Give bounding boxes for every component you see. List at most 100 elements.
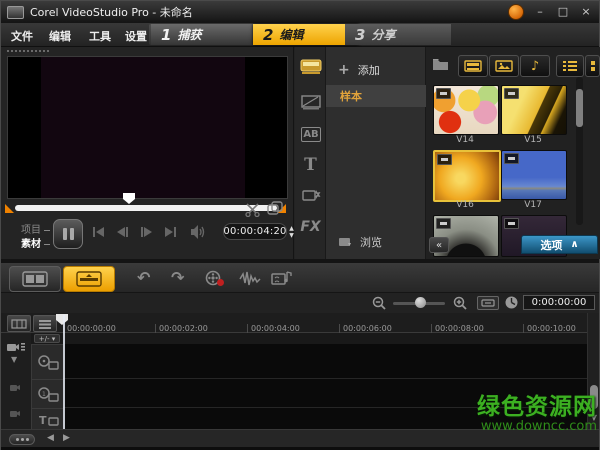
enlarge-preview-icon[interactable] [267, 201, 283, 216]
auto-music-icon[interactable] [271, 270, 293, 287]
corel-update-icon[interactable] [508, 4, 524, 20]
zoom-slider-knob[interactable] [415, 297, 426, 308]
close-button[interactable]: × [579, 5, 593, 19]
gallery-toolbar: ♪ [426, 55, 600, 77]
media-category-icon[interactable] [295, 59, 326, 75]
step-share[interactable]: 3 分享 [345, 24, 451, 45]
video-track-lane[interactable] [63, 344, 587, 379]
ripple-lock-icon[interactable] [9, 383, 22, 392]
timeline-view-button[interactable] [63, 266, 115, 292]
list-view-button[interactable] [556, 55, 584, 77]
track-margin: ▼ [1, 333, 31, 429]
timeline-scrollbar-thumb[interactable] [590, 385, 598, 409]
playhead-marker[interactable] [123, 193, 135, 204]
scroll-down-icon[interactable]: ▼ [588, 413, 600, 422]
clip-mode-label[interactable]: 素材 [21, 235, 50, 250]
overlay-track-lane[interactable] [63, 379, 587, 408]
fit-timeline-button[interactable] [477, 296, 499, 310]
plus-icon: + [338, 62, 350, 78]
transition-category-icon[interactable] [295, 95, 326, 110]
redo-button[interactable]: ↷ [171, 268, 184, 287]
gallery-scrollbar-thumb[interactable] [576, 89, 583, 127]
thumbnail-label: V17 [524, 200, 542, 210]
minimize-button[interactable]: – [533, 5, 547, 19]
duration-clock-icon[interactable] [504, 295, 519, 310]
maximize-button[interactable]: □ [556, 5, 570, 19]
undo-button[interactable]: ↶ [137, 268, 150, 287]
show-photos-button[interactable] [489, 55, 519, 77]
menu-tools[interactable]: 工具 [89, 28, 111, 44]
options-button[interactable]: 选项 ∧ [521, 235, 598, 254]
project-duration-field[interactable]: 0:00:00:00 [523, 295, 595, 310]
next-frame-button[interactable] [141, 227, 152, 237]
menu-settings[interactable]: 设置 [125, 28, 147, 44]
title-track-lane[interactable] [63, 408, 587, 430]
timeline-ruler[interactable]: 00:00:00:00 00:00:02:00 00:00:04:00 00:00:0… [1, 313, 599, 333]
ab-transition-icon[interactable]: AB [301, 127, 321, 142]
storyboard-view-button[interactable] [9, 266, 61, 292]
sort-icon [590, 61, 595, 71]
app-window: Corel VideoStudio Pro - 未命名 – □ × 文件 编辑 … [0, 0, 600, 450]
preview-timecode[interactable]: 00:00:04:20 [223, 223, 287, 240]
video-track-header[interactable] [31, 344, 65, 380]
gallery-scrollbar[interactable] [576, 77, 583, 225]
menu-file[interactable]: 文件 [11, 28, 33, 44]
thumbnail-v17[interactable] [501, 150, 567, 200]
track-manager-icon[interactable] [6, 341, 26, 353]
overlay-track-header[interactable]: 1 [31, 379, 65, 409]
add-folder-button[interactable]: + 添加 [326, 59, 426, 81]
split-clip-icon[interactable] [245, 203, 260, 217]
video-clip-badge [504, 88, 519, 99]
music-note-icon: ♪ [530, 58, 540, 74]
menu-edit[interactable]: 编辑 [49, 28, 71, 44]
filter-category-icon[interactable]: FX [295, 219, 326, 235]
sort-button[interactable] [585, 55, 600, 77]
overlay-track-icon: 1 [38, 386, 59, 402]
project-mode-label[interactable]: 项目 [21, 221, 50, 236]
folder-icon[interactable] [432, 57, 449, 71]
go-start-button[interactable] [93, 227, 104, 237]
timeline-scrollbar[interactable]: ▼ [587, 313, 599, 429]
record-capture-icon[interactable] [205, 270, 225, 287]
scroll-right-icon[interactable]: ▶ [63, 433, 70, 443]
step-edit-active[interactable]: 2 编辑 [253, 24, 359, 45]
timeline-zoom-row: 0:00:00:00 [1, 293, 599, 313]
add-remove-track-button[interactable]: +/- ▾ [34, 334, 60, 343]
timeline-icon [76, 271, 102, 287]
volume-icon[interactable] [191, 225, 207, 239]
collapse-gallery-button[interactable]: « [429, 237, 449, 253]
step-capture[interactable]: 1 捕获 [151, 24, 263, 45]
ripple-lock-icon[interactable] [9, 409, 22, 418]
zoom-out-icon[interactable] [372, 296, 387, 311]
thumbnail-v14[interactable] [433, 85, 499, 135]
thumbnail-v16-selected[interactable] [433, 150, 501, 202]
go-end-button[interactable] [165, 227, 176, 237]
svg-text:T: T [39, 414, 47, 426]
sample-folder-item[interactable]: 样本 [326, 85, 426, 107]
browse-button[interactable]: 浏览 [326, 231, 426, 253]
scrub-bar[interactable] [15, 205, 277, 211]
title-category-icon[interactable]: T [295, 155, 326, 175]
panel-grip[interactable] [7, 50, 49, 54]
trim-start-handle[interactable] [5, 204, 14, 213]
fit-project-icon [481, 299, 495, 307]
graphic-category-icon[interactable] [295, 187, 326, 203]
timeline-scroll-button[interactable] [9, 434, 35, 445]
ripple-dropdown-icon[interactable]: ▼ [11, 355, 17, 364]
app-icon [7, 5, 24, 19]
show-all-tracks-button[interactable] [7, 315, 31, 332]
show-audio-button[interactable]: ♪ [520, 55, 550, 77]
show-videos-button[interactable] [458, 55, 488, 77]
library-panel: AB T FX + 添加 样本 浏览 ♪ V14 V15 V16 V17 « 选… [295, 47, 600, 259]
track-list-button[interactable] [33, 315, 57, 332]
title-track-header[interactable]: T [31, 408, 65, 431]
thumbnail-v15[interactable] [501, 85, 567, 135]
prev-frame-button[interactable] [117, 227, 128, 237]
chevron-up-icon: ∧ [570, 239, 579, 250]
video-clip-badge [436, 218, 451, 229]
sound-mixer-icon[interactable] [239, 271, 261, 286]
timeline-bottom-bar: ◀ ▶ [1, 429, 599, 447]
play-pause-button[interactable] [53, 219, 83, 249]
scroll-left-icon[interactable]: ◀ [47, 433, 54, 443]
zoom-in-icon[interactable] [453, 296, 468, 311]
